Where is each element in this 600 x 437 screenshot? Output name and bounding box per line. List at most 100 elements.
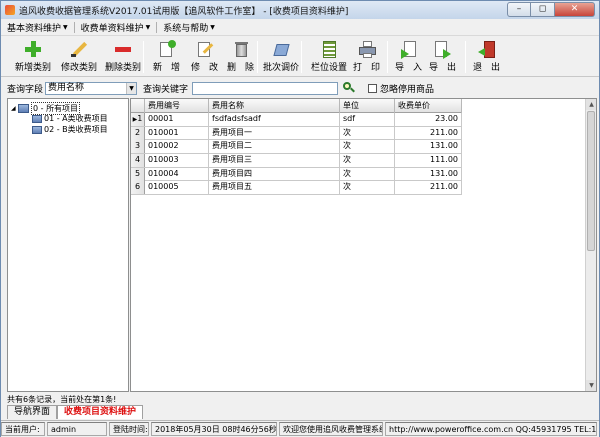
table-row[interactable]: 6 010005 费用项目五次 211.00 xyxy=(131,181,462,196)
export-button[interactable]: 导 出 xyxy=(429,39,456,75)
cell-unit[interactable]: 次 xyxy=(340,167,395,181)
toolbar-divider xyxy=(387,41,388,73)
tab-navigation[interactable]: 导航界面 xyxy=(7,405,58,419)
menu-receipt-data[interactable]: 收费单资料维护 ▼ xyxy=(75,21,157,34)
row-number-label: 3 xyxy=(134,141,141,151)
status-bar: 当前用户: admin 登陆时间: 2018年05月30日 08时46分56秒 … xyxy=(1,420,599,437)
search-field-select[interactable]: 费用名称 ▼ xyxy=(45,81,138,95)
table-row[interactable]: 4 010003 费用项目三次 111.00 xyxy=(131,154,462,168)
edit-category-button[interactable]: 修改类别 xyxy=(61,39,97,75)
cell-name[interactable]: 费用项目三 xyxy=(209,154,340,168)
cell-price[interactable]: 131.00 xyxy=(395,167,462,181)
cell-price[interactable]: 211.00 xyxy=(395,181,462,195)
search-keyword-label: 查询关键字 xyxy=(143,84,189,95)
column-settings-button[interactable]: 栏位设置 xyxy=(311,39,347,75)
toolbar-divider xyxy=(143,41,144,73)
tree-node-child[interactable]: 01 - A类收费项目 xyxy=(32,113,108,124)
cell-unit[interactable]: 次 xyxy=(340,181,395,195)
exit-door-icon xyxy=(477,40,496,58)
batch-edit-icon xyxy=(272,40,290,58)
cell-unit[interactable]: 次 xyxy=(340,126,395,140)
printer-icon xyxy=(358,40,376,58)
grid-header-code[interactable]: 费用编号 xyxy=(145,99,209,113)
add-button[interactable]: 新 增 xyxy=(153,39,180,75)
close-button[interactable]: ✕ xyxy=(555,2,595,17)
add-document-icon xyxy=(158,40,176,58)
row-number-label: 4 xyxy=(134,155,141,165)
status-contact: http://www.poweroffice.com.cn QQ:4593179… xyxy=(385,422,597,436)
batch-price-button[interactable]: 批次调价 xyxy=(263,39,299,75)
row-number[interactable]: 5 xyxy=(131,167,145,181)
cell-code[interactable]: 010004 xyxy=(145,167,209,181)
cell-name[interactable]: 费用项目一 xyxy=(209,126,340,140)
cell-name[interactable]: 费用项目二 xyxy=(209,140,340,154)
menu-bar: 基本资料维护 ▼ 收费单资料维护 ▼ 系统与帮助 ▼ xyxy=(1,19,599,36)
row-number[interactable]: 6 xyxy=(131,181,145,195)
scroll-down-icon[interactable]: ▼ xyxy=(586,380,596,391)
search-bar: 查询字段 费用名称 ▼ 查询关键字 忽略停用商品 xyxy=(1,79,599,97)
cell-code[interactable]: 010003 xyxy=(145,154,209,168)
tab-fee-items[interactable]: 收费项目资料维护 xyxy=(57,405,144,419)
exit-button[interactable]: 退 出 xyxy=(473,39,500,75)
folder-icon xyxy=(32,125,42,134)
cell-unit[interactable]: sdf xyxy=(340,113,395,126)
table-row[interactable]: 5 010004 费用项目四次 131.00 xyxy=(131,167,462,182)
row-number[interactable]: ▶1 xyxy=(131,113,145,126)
minimize-button[interactable]: – xyxy=(507,2,531,17)
vertical-scrollbar[interactable]: ▲ ▼ xyxy=(585,99,596,391)
row-number-label: 5 xyxy=(134,168,141,178)
cell-price[interactable]: 211.00 xyxy=(395,126,462,140)
cell-price[interactable]: 111.00 xyxy=(395,154,462,168)
cell-code[interactable]: 010001 xyxy=(145,126,209,140)
search-icon[interactable] xyxy=(342,81,356,95)
ignore-disabled-checkbox[interactable] xyxy=(368,83,378,93)
table-row[interactable]: 3 010002 费用项目二次 131.00 xyxy=(131,140,462,155)
delete-category-button[interactable]: 删除类别 xyxy=(105,39,141,75)
print-button[interactable]: 打 印 xyxy=(353,39,380,75)
row-number[interactable]: 4 xyxy=(131,154,145,168)
collapse-icon[interactable]: ◢ xyxy=(11,105,18,112)
search-keyword-input[interactable] xyxy=(192,81,339,95)
edit-document-icon xyxy=(196,40,214,58)
add-category-button[interactable]: 新增类别 xyxy=(15,39,51,75)
table-row[interactable]: ▶1 00001 fsdfadsfsadf sdf 23.00 xyxy=(131,113,462,127)
app-window: 追风收费收据管理系统V2017.01试用版【追风软件工作室】 - [收费项目资料… xyxy=(0,0,600,437)
cell-name[interactable]: 费用项目四 xyxy=(209,167,340,181)
fee-items-grid: 费用编号 费用名称 单位 收费单价 ▶1 00001 fsdfadsfsadf sdf… xyxy=(130,98,597,392)
edit-button[interactable]: 修 改 xyxy=(191,39,218,75)
grid-header-name[interactable]: 费用名称 xyxy=(209,99,340,113)
cell-price[interactable]: 23.00 xyxy=(395,113,462,126)
row-number-label: 1 xyxy=(137,114,143,123)
title-bar: 追风收费收据管理系统V2017.01试用版【追风软件工作室】 - [收费项目资料… xyxy=(1,1,599,19)
cell-name[interactable]: 费用项目五 xyxy=(209,181,340,195)
menu-system-help[interactable]: 系统与帮助 ▼ xyxy=(157,21,221,34)
status-user-label: 当前用户: xyxy=(1,422,45,436)
cell-code[interactable]: 00001 xyxy=(145,113,209,126)
cell-code[interactable]: 010002 xyxy=(145,140,209,154)
cell-name[interactable]: fsdfadsfsadf xyxy=(209,113,340,126)
document-tabs: 导航界面 收费项目资料维护 xyxy=(7,405,144,419)
folder-icon xyxy=(32,114,42,123)
scroll-thumb[interactable] xyxy=(587,111,595,251)
grid-header-unit[interactable]: 单位 xyxy=(340,99,395,113)
cell-price[interactable]: 131.00 xyxy=(395,140,462,154)
toolbar-divider xyxy=(465,41,466,73)
record-info: 共有6条记录，当前处在第1条! xyxy=(7,395,117,404)
import-button[interactable]: 导 入 xyxy=(395,39,422,75)
table-row[interactable]: 2 010001 费用项目一次 211.00 xyxy=(131,126,462,141)
chevron-down-icon: ▼ xyxy=(210,23,215,31)
export-icon xyxy=(434,40,452,59)
row-number[interactable]: 2 xyxy=(131,126,145,140)
cell-unit[interactable]: 次 xyxy=(340,140,395,154)
row-number[interactable]: 3 xyxy=(131,140,145,154)
scroll-up-icon[interactable]: ▲ xyxy=(586,99,596,110)
cell-code[interactable]: 010005 xyxy=(145,181,209,195)
cell-unit[interactable]: 次 xyxy=(340,154,395,168)
menu-basic-data[interactable]: 基本资料维护 ▼ xyxy=(1,21,74,34)
delete-button[interactable]: 删 除 xyxy=(227,39,254,75)
status-welcome: 欢迎您使用追风收费管理系统 xyxy=(279,422,383,436)
maximize-button[interactable]: ◻ xyxy=(531,2,555,17)
grid-header-price[interactable]: 收费单价 xyxy=(395,99,462,113)
status-user-value: admin xyxy=(47,422,107,436)
tree-node-child[interactable]: 02 - B类收费项目 xyxy=(32,124,108,135)
